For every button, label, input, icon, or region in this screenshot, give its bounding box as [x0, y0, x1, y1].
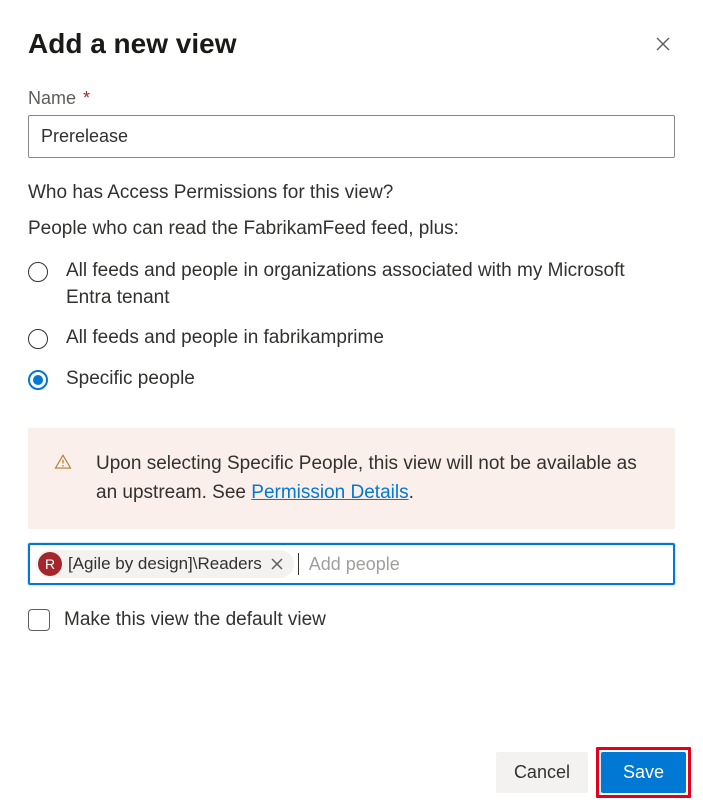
- save-highlight: Save: [596, 747, 691, 798]
- radio-indicator: [28, 329, 48, 349]
- close-icon: [271, 558, 283, 570]
- close-icon: [655, 36, 671, 52]
- radio-indicator: [28, 370, 48, 390]
- required-indicator: *: [83, 88, 90, 108]
- radio-specific-people[interactable]: Specific people: [28, 366, 675, 393]
- permission-details-link[interactable]: Permission Details: [251, 482, 408, 503]
- dialog-title: Add a new view: [28, 28, 237, 60]
- radio-all-entra[interactable]: All feeds and people in organizations as…: [28, 258, 675, 311]
- warning-banner: Upon selecting Specific People, this vie…: [28, 428, 675, 529]
- people-chip: R [Agile by design]\Readers: [36, 550, 294, 578]
- warning-text-after: .: [409, 482, 414, 503]
- dialog-footer: Cancel Save: [496, 747, 691, 798]
- warning-text: Upon selecting Specific People, this vie…: [96, 450, 649, 507]
- permissions-heading: Who has Access Permissions for this view…: [28, 182, 675, 204]
- radio-label: Specific people: [66, 366, 195, 393]
- radio-indicator: [28, 262, 48, 282]
- name-input[interactable]: [28, 115, 675, 158]
- text-caret: [298, 553, 299, 575]
- warning-icon: [54, 453, 72, 471]
- radio-label: All feeds and people in fabrikamprime: [66, 325, 384, 352]
- chip-remove-button[interactable]: [268, 555, 286, 573]
- save-button[interactable]: Save: [601, 752, 686, 793]
- radio-all-fabrikamprime[interactable]: All feeds and people in fabrikamprime: [28, 325, 675, 352]
- cancel-button[interactable]: Cancel: [496, 752, 588, 793]
- permissions-subheading: People who can read the FabrikamFeed fee…: [28, 218, 675, 240]
- radio-label: All feeds and people in organizations as…: [66, 258, 626, 311]
- checkbox-indicator: [28, 609, 50, 631]
- close-button[interactable]: [651, 32, 675, 56]
- default-view-checkbox-row[interactable]: Make this view the default view: [28, 609, 675, 631]
- avatar: R: [38, 552, 62, 576]
- checkbox-label: Make this view the default view: [64, 609, 326, 631]
- name-label: Name *: [28, 88, 675, 109]
- name-label-text: Name: [28, 88, 76, 108]
- people-picker[interactable]: R [Agile by design]\Readers: [28, 543, 675, 585]
- add-people-input[interactable]: [305, 550, 667, 579]
- permissions-radio-group: All feeds and people in organizations as…: [28, 258, 675, 392]
- chip-label: [Agile by design]\Readers: [68, 554, 262, 574]
